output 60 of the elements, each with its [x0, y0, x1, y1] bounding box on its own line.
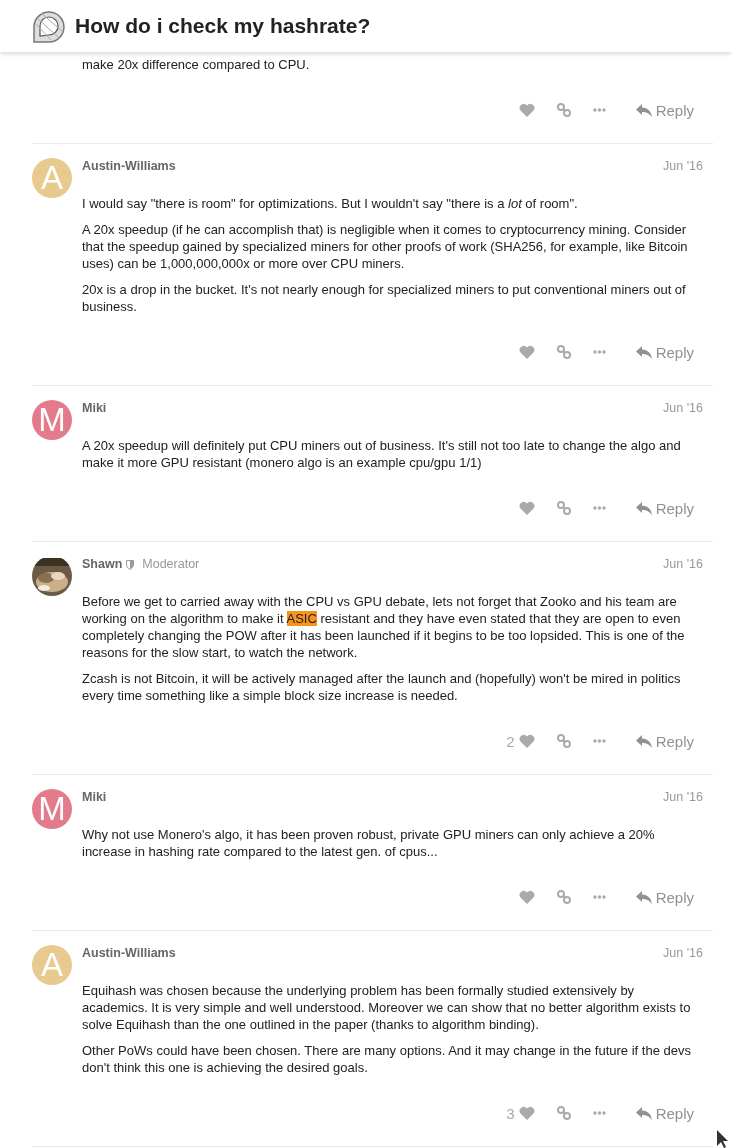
ellipsis-icon	[592, 895, 606, 899]
post-paragraph: make 20x difference compared to CPU.	[82, 56, 311, 73]
post-date[interactable]: Jun '16	[663, 945, 703, 962]
heart-icon	[518, 734, 535, 748]
ellipsis-icon	[592, 1111, 606, 1115]
topic-title: How do i check my hashrate?	[75, 13, 371, 39]
link-icon	[556, 103, 571, 117]
reply-icon	[635, 734, 652, 748]
user-avatar[interactable]: A	[32, 945, 72, 985]
username[interactable]: Austin-Williams	[82, 945, 176, 962]
post-paragraph: I would say "there is room" for optimizations. But I wouldn't say "there is a lot of room".	[82, 195, 579, 212]
post-date[interactable]: Jun '16	[663, 556, 703, 573]
reply-button[interactable]: Reply	[626, 1100, 703, 1126]
username[interactable]: Shawn	[82, 556, 123, 573]
link-icon	[556, 1106, 571, 1120]
ellipsis-icon	[592, 350, 606, 354]
link-icon	[556, 734, 571, 748]
heart-icon	[518, 345, 535, 359]
reply-icon	[635, 345, 652, 359]
user-avatar[interactable]: M	[32, 789, 72, 829]
post-date[interactable]: Jun '16	[663, 789, 703, 806]
heart-icon	[518, 890, 535, 904]
logo-icon[interactable]	[31, 8, 67, 44]
like-button[interactable]: 2	[497, 728, 544, 754]
link-icon	[556, 501, 571, 515]
post-paragraph: A 20x speedup (if he can accomplish that) is negligible when it comes to cryptocurrency mining. Consider that the speedup gained by specialized miners for other proofs of work (SHA256, for example, like Bitcoin uses) can be 1,000,000,000x or more over CPU miners.	[82, 221, 689, 272]
reply-button[interactable]: Reply	[626, 728, 703, 754]
post-paragraph: 20x is a drop in the bucket. It's not nearly enough for specialized miners to put conventional miners out of business.	[82, 281, 687, 315]
reply-button[interactable]: Reply	[626, 495, 703, 521]
post-date[interactable]: Jun '16	[663, 400, 703, 417]
post-paragraph: Zcash is not Bitcoin, it will be actively managed after the launch and (hopefully) won't be mired in politics every time something like a simple block size increase is needed.	[82, 670, 682, 704]
reply-icon	[635, 890, 652, 904]
link-icon	[556, 890, 571, 904]
link-icon	[556, 345, 571, 359]
ellipsis-icon	[592, 108, 606, 112]
post-date[interactable]: Jun '16	[663, 158, 703, 175]
username[interactable]: Miki	[82, 789, 107, 806]
reply-icon	[635, 1106, 652, 1120]
heart-icon	[518, 103, 535, 117]
post-paragraph: A 20x speedup will definitely put CPU miners out of business. It's still not too late to change the algo and make it more GPU resistant (monero algo is an example cpu/gpu 1/1)	[82, 437, 682, 471]
user-title: Moderator	[142, 556, 200, 573]
cursor-icon	[716, 1130, 728, 1148]
post-paragraph: Equihash was chosen because the underlying problem has been formally studied extensively by academics. It is very simple and well understood. Moreover we can show that no better algorithm exists to solve Equihash than the one outlined in the paper (thanks to algorithm binding).	[82, 982, 692, 1033]
reply-button[interactable]: Reply	[626, 339, 703, 365]
user-avatar[interactable]: M	[32, 400, 72, 440]
reply-button[interactable]: Reply	[626, 97, 703, 123]
heart-icon	[518, 1106, 535, 1120]
user-avatar[interactable]	[32, 556, 72, 596]
like-button[interactable]: 3	[497, 1100, 544, 1126]
reply-icon	[635, 501, 652, 515]
post-paragraph: Why not use Monero's algo, it has been proven robust, private GPU miners can only achieve a 20% increase in hashing rate compared to the latest gen. of cpus...	[82, 826, 656, 860]
heart-icon	[518, 501, 535, 515]
user-avatar[interactable]: A	[32, 158, 72, 198]
username[interactable]: Miki	[82, 400, 107, 417]
reply-icon	[635, 103, 652, 117]
reply-button[interactable]: Reply	[626, 884, 703, 910]
post-paragraph: Other PoWs could have been chosen. There are many options. And it may change in the future if the devs don't think this one is achieving the desired goals.	[82, 1042, 692, 1076]
username[interactable]: Austin-Williams	[82, 158, 176, 175]
ellipsis-icon	[592, 739, 606, 743]
ellipsis-icon	[592, 506, 606, 510]
